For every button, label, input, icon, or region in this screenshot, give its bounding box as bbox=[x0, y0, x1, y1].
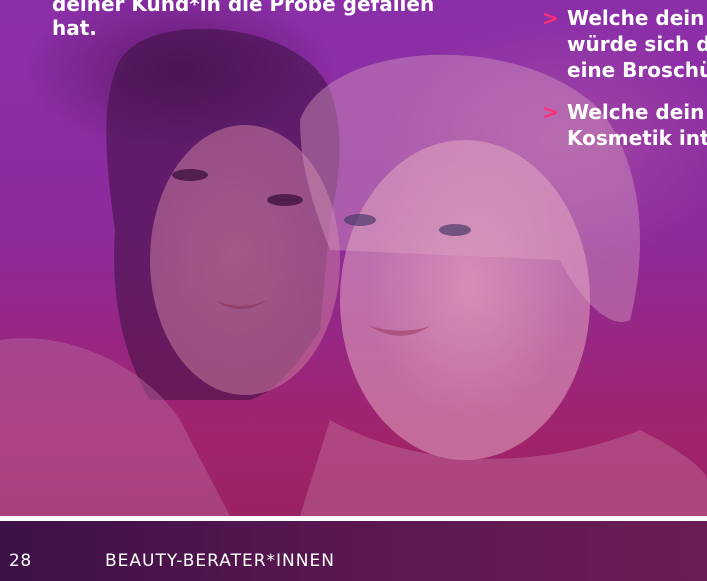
question-item: > Welche dein Kosmetik int bbox=[542, 99, 707, 151]
question-line: Welche dein bbox=[567, 6, 705, 30]
page-number: 28 bbox=[9, 551, 32, 571]
intro-line: deiner Kund*in die Probe gefallen bbox=[52, 0, 435, 16]
question-line: Kosmetik int bbox=[567, 126, 707, 150]
bullet-arrow-icon: > bbox=[542, 100, 559, 124]
question-line: würde sich d bbox=[567, 32, 707, 56]
question-item: > Welche dein würde sich d eine Broschü bbox=[542, 5, 707, 83]
bullet-arrow-icon: > bbox=[542, 6, 559, 30]
section-title: BEAUTY-BERATER*INNEN bbox=[105, 551, 335, 571]
question-line: eine Broschü bbox=[567, 58, 707, 82]
intro-text: deiner Kund*in die Probe gefallen hat. bbox=[52, 0, 472, 40]
question-line: Welche dein bbox=[567, 100, 705, 124]
intro-line: hat. bbox=[52, 16, 97, 40]
question-list: > Welche dein würde sich d eine Broschü … bbox=[542, 5, 707, 167]
